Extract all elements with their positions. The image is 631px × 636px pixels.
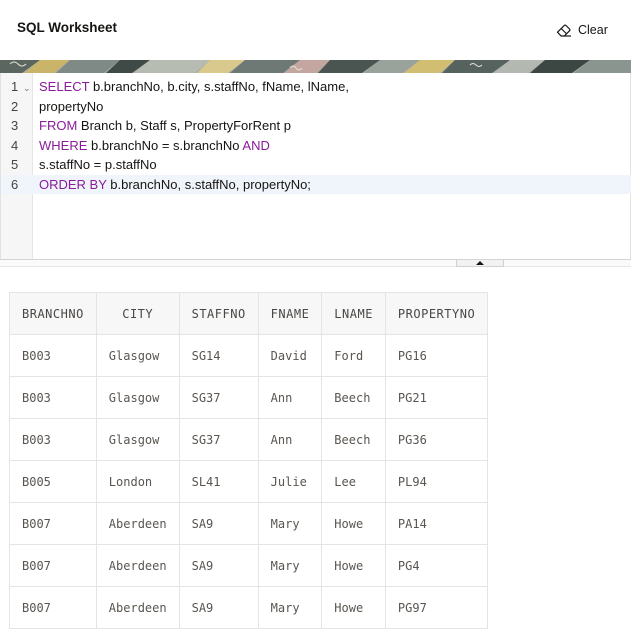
table-header-row: BRANCHNO CITY STAFFNO FNAME LNAME PROPER…: [9, 292, 489, 335]
table-row: B005 London SL41 Julie Lee PL94: [9, 460, 489, 503]
table-cell[interactable]: B007: [9, 586, 97, 629]
table-cell[interactable]: PA14: [384, 502, 489, 545]
clear-label: Clear: [578, 23, 608, 37]
decorative-banner: [0, 60, 631, 73]
sql-text: propertyNo: [39, 98, 104, 114]
table-cell[interactable]: Beech: [321, 376, 386, 419]
table-cell[interactable]: Ann: [257, 376, 323, 419]
line-number: 4: [11, 137, 19, 153]
table-cell[interactable]: PG4: [384, 544, 489, 587]
sql-text: b.branchNo, b.city, s.staffNo, fName, lN…: [89, 79, 349, 94]
table-cell[interactable]: SG14: [178, 334, 259, 377]
column-header-lname[interactable]: LNAME: [321, 292, 386, 335]
table-row: B003 Glasgow SG37 Ann Beech PG21: [9, 376, 489, 419]
column-header-fname[interactable]: FNAME: [257, 292, 323, 335]
code-text: ORDER BY b.branchNo, s.staffNo, property…: [39, 175, 311, 195]
table-cell[interactable]: Mary: [257, 544, 323, 587]
sql-editor[interactable]: 1 ⌄ SELECT b.branchNo, b.city, s.staffNo…: [0, 73, 631, 259]
table-cell[interactable]: B005: [9, 460, 97, 503]
table-cell[interactable]: Glasgow: [95, 376, 180, 419]
table-cell[interactable]: Aberdeen: [95, 586, 180, 629]
table-row: B003 Glasgow SG14 David Ford PG16: [9, 334, 489, 377]
table-cell[interactable]: Glasgow: [95, 334, 180, 377]
table-cell[interactable]: SL41: [178, 460, 259, 503]
sql-keyword: AND: [242, 137, 270, 153]
code-text: WHERE b.branchNo = s.branchNo AND: [39, 136, 270, 156]
sql-text: Branch b, Staff s, PropertyForRent p: [77, 118, 291, 133]
table-cell[interactable]: London: [95, 460, 180, 503]
column-header-staffno[interactable]: STAFFNO: [178, 292, 259, 335]
table-cell[interactable]: SG37: [178, 418, 259, 461]
line-number: 6: [11, 176, 19, 192]
table-cell[interactable]: Howe: [321, 544, 386, 587]
code-text: propertyNo: [39, 97, 103, 117]
table-cell[interactable]: B003: [9, 418, 97, 461]
table-cell[interactable]: Howe: [321, 502, 386, 545]
table-cell[interactable]: SA9: [178, 544, 259, 587]
worksheet-header: SQL Worksheet Clear: [0, 0, 631, 60]
table-cell[interactable]: Howe: [321, 586, 386, 629]
table-cell[interactable]: David: [257, 334, 323, 377]
line-number: 3: [11, 118, 19, 133]
sql-text: b.branchNo, s.staffNo, propertyNo;: [106, 176, 311, 192]
code-line[interactable]: 1 ⌄ SELECT b.branchNo, b.city, s.staffNo…: [1, 77, 631, 97]
code-line-active[interactable]: 6 ORDER BY b.branchNo, s.staffNo, proper…: [1, 174, 631, 195]
column-header-branchno[interactable]: BRANCHNO: [9, 292, 97, 335]
triangle-up-icon: [476, 261, 484, 265]
table-cell[interactable]: PG16: [384, 334, 489, 377]
code-line[interactable]: 2 propertyNo: [1, 97, 631, 117]
page-title: SQL Worksheet: [17, 20, 118, 35]
eraser-icon: [556, 23, 572, 37]
chevron-down-icon[interactable]: ⌄: [23, 79, 31, 98]
sql-keyword: ORDER BY: [39, 176, 107, 192]
table-row: B003 Glasgow SG37 Ann Beech PG36: [9, 418, 489, 461]
line-number: 2: [11, 98, 19, 114]
query-results: BRANCHNO CITY STAFFNO FNAME LNAME PROPER…: [9, 292, 489, 629]
table-cell[interactable]: Aberdeen: [95, 502, 180, 545]
table-row: B007 Aberdeen SA9 Mary Howe PG97: [9, 586, 489, 629]
sql-keyword: FROM: [39, 118, 78, 133]
code-text: s.staffNo = p.staffNo: [39, 155, 157, 175]
table-cell[interactable]: Glasgow: [95, 418, 180, 461]
table-cell[interactable]: SA9: [178, 502, 259, 545]
sql-text: b.branchNo = s.branchNo: [87, 137, 243, 153]
table-cell[interactable]: SG37: [178, 376, 259, 419]
code-line[interactable]: 5 s.staffNo = p.staffNo: [1, 155, 631, 175]
table-cell[interactable]: Mary: [257, 586, 323, 629]
column-header-propertyno[interactable]: PROPERTYNO: [384, 292, 489, 335]
pane-splitter[interactable]: [0, 259, 631, 267]
table-cell[interactable]: Ford: [321, 334, 386, 377]
table-cell[interactable]: Aberdeen: [95, 544, 180, 587]
table-cell[interactable]: Julie: [257, 460, 323, 503]
table-cell[interactable]: Lee: [321, 460, 386, 503]
results-table: BRANCHNO CITY STAFFNO FNAME LNAME PROPER…: [9, 292, 489, 629]
code-text: SELECT b.branchNo, b.city, s.staffNo, fN…: [39, 77, 349, 97]
code-text: FROM Branch b, Staff s, PropertyForRent …: [39, 116, 291, 136]
column-header-city[interactable]: CITY: [95, 292, 180, 335]
sql-keyword: SELECT: [39, 79, 90, 94]
code-line[interactable]: 4 WHERE b.branchNo = s.branchNo AND: [1, 136, 631, 156]
resize-handle[interactable]: [456, 260, 504, 267]
table-cell[interactable]: SA9: [178, 586, 259, 629]
table-cell[interactable]: B007: [9, 544, 97, 587]
table-cell[interactable]: PL94: [384, 460, 489, 503]
table-cell[interactable]: B003: [9, 334, 97, 377]
clear-button[interactable]: Clear: [556, 20, 608, 40]
sql-text: s.staffNo = p.staffNo: [39, 157, 157, 172]
table-cell[interactable]: PG36: [384, 418, 489, 461]
table-cell[interactable]: PG97: [384, 586, 489, 629]
table-cell[interactable]: B003: [9, 376, 97, 419]
code-line[interactable]: 3 FROM Branch b, Staff s, PropertyForRen…: [1, 116, 631, 136]
table-cell[interactable]: B007: [9, 502, 97, 545]
table-row: B007 Aberdeen SA9 Mary Howe PA14: [9, 502, 489, 545]
line-number: 5: [11, 157, 19, 172]
table-cell[interactable]: Ann: [257, 418, 323, 461]
table-cell[interactable]: Beech: [321, 418, 386, 461]
table-cell[interactable]: PG21: [384, 376, 489, 419]
table-cell[interactable]: Mary: [257, 502, 323, 545]
table-row: B007 Aberdeen SA9 Mary Howe PG4: [9, 544, 489, 587]
sql-keyword: WHERE: [39, 137, 88, 153]
